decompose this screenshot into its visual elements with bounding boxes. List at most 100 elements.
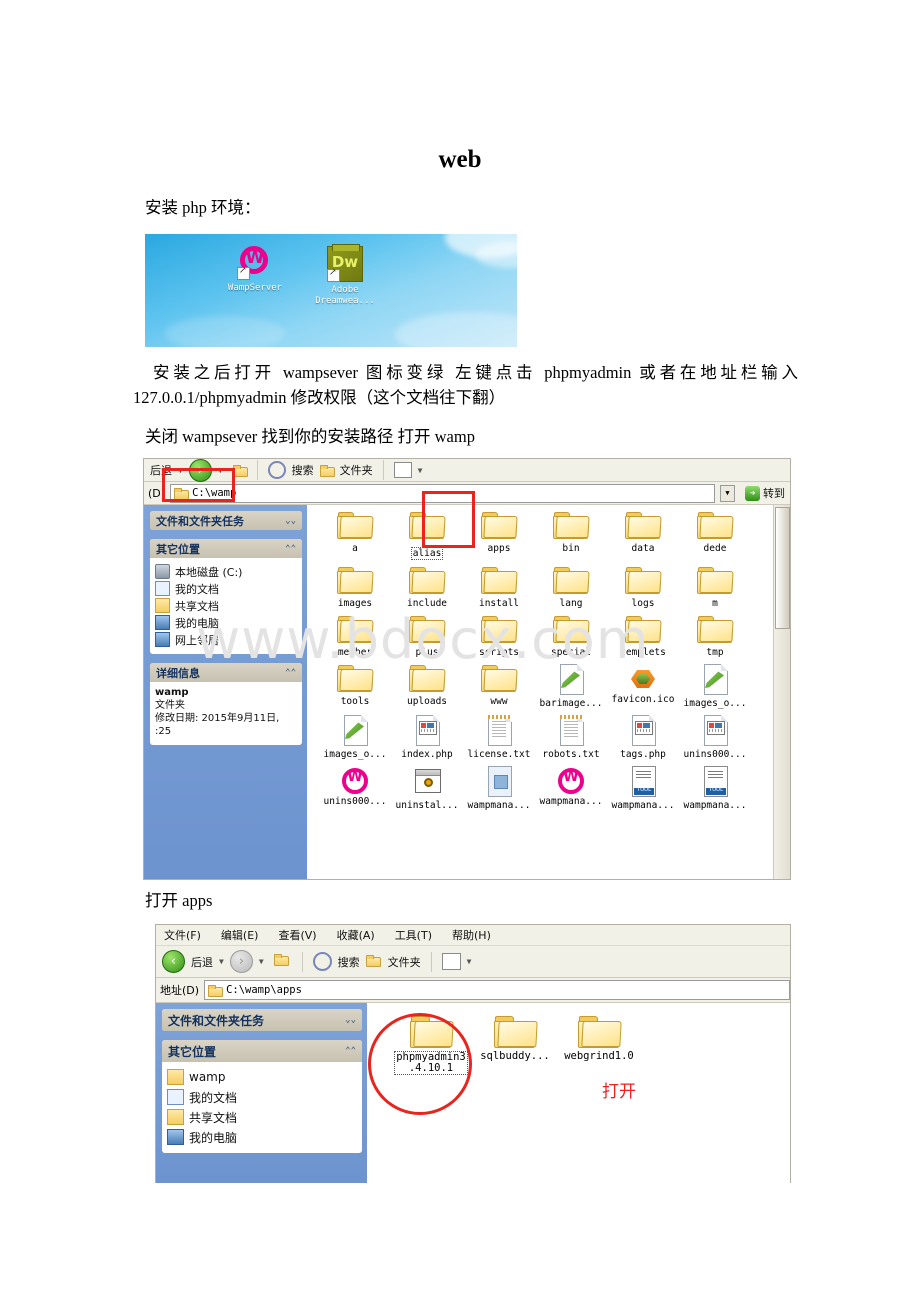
file-grid-item[interactable]: include xyxy=(391,566,463,609)
folder-icon xyxy=(481,511,518,541)
chevron-up-icon[interactable]: ⌃⌃ xyxy=(285,668,296,678)
menu-item-1[interactable]: 编辑(E) xyxy=(221,927,259,943)
explorer-sidebar: 文件和文件夹任务 ⌄⌄ 其它位置 ⌃⌃ 本地磁盘 (C:) 我的文档 共享文档 … xyxy=(144,505,307,879)
sidebar-item-my-documents[interactable]: 我的文档 xyxy=(155,580,298,597)
back-button-label[interactable]: 后退 xyxy=(150,462,172,478)
file-grid-item[interactable]: apps xyxy=(463,511,535,560)
detail-type: 文件夹 xyxy=(155,700,185,711)
file-grid-item[interactable]: tmp xyxy=(679,615,751,658)
file-grid-item[interactable]: logs xyxy=(607,566,679,609)
go-button[interactable]: ➔ 转到 xyxy=(740,485,790,501)
explorer-vertical-scrollbar[interactable] xyxy=(773,505,790,879)
file-grid-item[interactable]: scripts xyxy=(463,615,535,658)
sidebar-item-label: wamp xyxy=(189,1070,226,1084)
file-grid-item[interactable]: lang xyxy=(535,566,607,609)
file-grid-item[interactable]: unins000... xyxy=(319,766,391,811)
file-grid-item[interactable]: favicon.ico xyxy=(607,664,679,709)
file-grid-item[interactable]: wampmana... xyxy=(463,766,535,811)
folders-icon[interactable] xyxy=(365,955,382,968)
folders-button-label[interactable]: 文件夹 xyxy=(340,462,373,478)
sidebar-item-local-disk[interactable]: 本地磁盘 (C:) xyxy=(155,563,298,580)
file-grid-item[interactable]: plus xyxy=(391,615,463,658)
file-grid-item[interactable]: uninstal... xyxy=(391,766,463,811)
forward-icon[interactable]: › xyxy=(229,950,253,973)
file-grid-item[interactable]: index.php xyxy=(391,715,463,760)
search-button-label[interactable]: 搜索 xyxy=(338,954,360,970)
file-grid-item[interactable]: webgrind1.0 xyxy=(557,1015,641,1075)
file-grid-item[interactable]: tags.php xyxy=(607,715,679,760)
file-grid-item[interactable]: license.txt xyxy=(463,715,535,760)
search-icon[interactable] xyxy=(267,461,286,479)
file-grid-item[interactable]: images xyxy=(319,566,391,609)
forward-icon[interactable]: › xyxy=(188,459,212,482)
sidebar-panel-file-tasks[interactable]: 文件和文件夹任务 ⌄⌄ xyxy=(162,1009,362,1031)
sidebar-panel-other-places[interactable]: 其它位置 ⌃⌃ wamp 我的文档 共享文档 我的电脑 xyxy=(162,1040,362,1153)
file-grid-item[interactable]: wampmana... xyxy=(535,766,607,811)
desktop-icon-wampserver[interactable]: W WampServer xyxy=(210,246,300,294)
sidebar-item-3[interactable]: 我的电脑 xyxy=(167,1127,358,1147)
menu-item-0[interactable]: 文件(F) xyxy=(164,927,201,943)
menu-item-5[interactable]: 帮助(H) xyxy=(452,927,491,943)
sidebar-item-1[interactable]: 我的文档 xyxy=(167,1087,358,1107)
back-dropdown-icon[interactable]: ▼ xyxy=(219,957,224,966)
folders-button-label[interactable]: 文件夹 xyxy=(388,954,421,970)
file-grid-item[interactable]: alias xyxy=(391,511,463,560)
file-grid-item[interactable]: install xyxy=(463,566,535,609)
menu-item-2[interactable]: 查看(V) xyxy=(278,927,316,943)
views-dropdown-icon[interactable]: ▼ xyxy=(467,957,472,966)
chevron-up-icon[interactable]: ⌃⌃ xyxy=(345,1046,356,1056)
file-grid-item[interactable]: unins000... xyxy=(679,715,751,760)
file-grid-item[interactable]: a xyxy=(319,511,391,560)
chevron-down-icon[interactable]: ⌄⌄ xyxy=(285,516,296,526)
file-grid-item[interactable]: www xyxy=(463,664,535,709)
file-grid-item[interactable]: images_o... xyxy=(319,715,391,760)
forward-dropdown-icon[interactable]: ▼ xyxy=(259,957,264,966)
file-grid-item[interactable]: tools xyxy=(319,664,391,709)
file-grid-item[interactable]: wampmana... xyxy=(679,766,751,811)
sidebar-panel-details[interactable]: 详细信息 ⌃⌃ wamp 文件夹 修改日期: 2015年9月11日, :25 xyxy=(150,663,302,745)
file-grid-item[interactable]: phpmyadmin3.4.10.1 xyxy=(389,1015,473,1075)
sidebar-item-0[interactable]: wamp xyxy=(167,1067,358,1087)
up-folder-icon[interactable] xyxy=(232,464,248,477)
file-grid-item[interactable]: barimage... xyxy=(535,664,607,709)
back-button-label[interactable]: 后退 xyxy=(191,954,213,970)
scrollbar-thumb[interactable] xyxy=(775,507,790,629)
file-grid-item[interactable]: uploads xyxy=(391,664,463,709)
sidebar-item-shared-documents[interactable]: 共享文档 xyxy=(155,597,298,614)
chevron-down-icon[interactable]: ⌄⌄ xyxy=(345,1015,356,1025)
chevron-up-icon[interactable]: ⌃⌃ xyxy=(285,544,296,554)
file-grid-item[interactable]: sqlbuddy... xyxy=(473,1015,557,1075)
file-grid-item[interactable]: bin xyxy=(535,511,607,560)
sidebar-panel-other-places[interactable]: 其它位置 ⌃⌃ 本地磁盘 (C:) 我的文档 共享文档 我的电脑 网上邻居 xyxy=(150,539,302,654)
file-item-label: tmp xyxy=(706,647,724,658)
file-grid-item[interactable]: special xyxy=(535,615,607,658)
search-icon[interactable] xyxy=(312,952,332,971)
views-dropdown-icon[interactable]: ▼ xyxy=(418,466,423,475)
sidebar-panel-file-tasks[interactable]: 文件和文件夹任务 ⌄⌄ xyxy=(150,511,302,530)
sidebar-item-2[interactable]: 共享文档 xyxy=(167,1107,358,1127)
forward-dropdown-icon[interactable]: ▼ xyxy=(218,466,223,475)
views-icon[interactable] xyxy=(441,953,461,970)
menu-item-3[interactable]: 收藏(A) xyxy=(337,927,375,943)
back-dropdown-icon[interactable]: ▼ xyxy=(178,466,183,475)
file-grid-item[interactable]: member xyxy=(319,615,391,658)
desktop-icon-dreamweaver[interactable]: Adobe Dreamwea... xyxy=(300,244,390,307)
file-grid-item[interactable]: templets xyxy=(607,615,679,658)
views-icon[interactable] xyxy=(393,462,412,478)
file-grid-item[interactable]: images_o... xyxy=(679,664,751,709)
search-button-label[interactable]: 搜索 xyxy=(292,462,314,478)
sidebar-item-network[interactable]: 网上邻居 xyxy=(155,631,298,648)
sidebar-item-my-computer[interactable]: 我的电脑 xyxy=(155,614,298,631)
back-icon[interactable]: ‹ xyxy=(162,950,185,973)
file-grid-item[interactable]: wampmana... xyxy=(607,766,679,811)
menu-item-4[interactable]: 工具(T) xyxy=(395,927,432,943)
address-input[interactable]: C:\wamp\apps xyxy=(204,980,790,1000)
folders-icon[interactable] xyxy=(319,464,335,477)
address-input[interactable]: C:\wamp xyxy=(170,483,715,503)
file-grid-item[interactable]: robots.txt xyxy=(535,715,607,760)
file-grid-item[interactable]: dede xyxy=(679,511,751,560)
address-dropdown-icon[interactable]: ▼ xyxy=(720,484,735,502)
file-grid-item[interactable]: m xyxy=(679,566,751,609)
file-grid-item[interactable]: data xyxy=(607,511,679,560)
up-folder-icon[interactable] xyxy=(273,954,292,969)
